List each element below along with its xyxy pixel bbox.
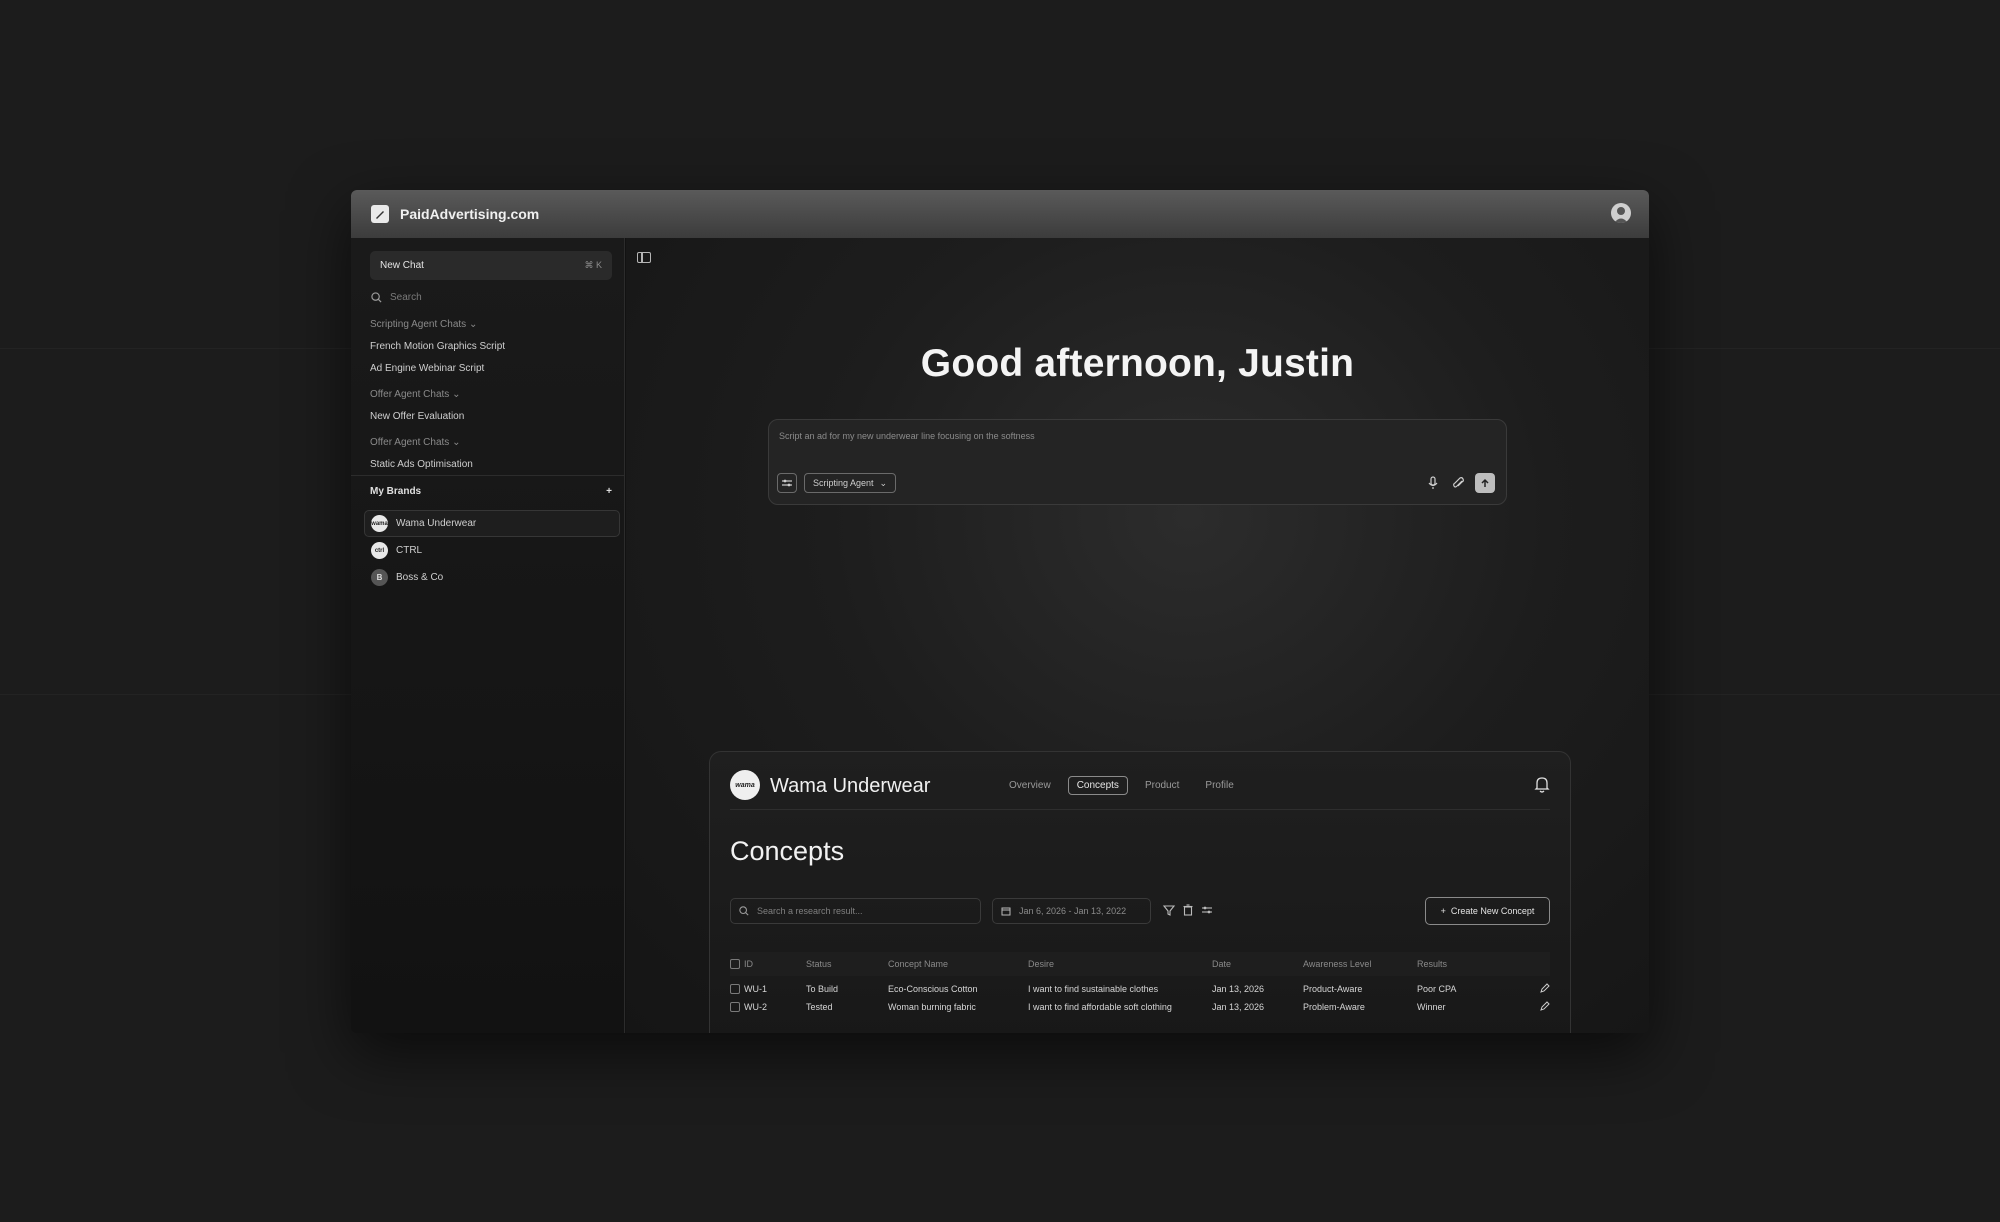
- brand-workspace-window: wama Wama Underwear Overview Concepts Pr…: [709, 751, 1571, 1033]
- sliders-icon[interactable]: [1200, 903, 1214, 917]
- row-id: WU-1: [744, 984, 767, 994]
- tab-concepts[interactable]: Concepts: [1067, 776, 1128, 795]
- ctrl-logo-icon: ctrl: [371, 542, 388, 559]
- brand-name: CTRL: [396, 545, 423, 556]
- settings-sliders-icon[interactable]: [777, 473, 797, 493]
- wama-logo-icon: wama: [730, 770, 760, 800]
- table-row[interactable]: WU-1 To Build Eco-Conscious Cotton I wan…: [730, 980, 1550, 998]
- col-date: Date: [1212, 959, 1232, 969]
- row-awareness: Product-Aware: [1303, 984, 1363, 994]
- brand-item-ctrl[interactable]: ctrl CTRL: [364, 537, 620, 564]
- brand-title: Wama Underwear: [770, 775, 931, 797]
- chevron-down-icon: ⌄: [879, 477, 888, 488]
- sidebar: New Chat ⌘ K Search Scripting Agent Chat…: [351, 238, 625, 1033]
- tab-profile[interactable]: Profile: [1196, 776, 1242, 795]
- chat-item[interactable]: Ad Engine Webinar Script: [370, 358, 612, 380]
- row-id: WU-2: [744, 1002, 767, 1012]
- sidebar-search-placeholder: Search: [390, 292, 422, 303]
- row-desire: I want to find affordable soft clothing: [1028, 1002, 1172, 1012]
- row-concept-name: Eco-Conscious Cotton: [888, 984, 978, 994]
- row-checkbox[interactable]: [730, 1002, 740, 1012]
- boss-logo-icon: B: [371, 569, 388, 586]
- chat-item[interactable]: French Motion Graphics Script: [370, 336, 612, 358]
- main-area: Good afternoon, Justin Script an ad for …: [626, 238, 1649, 1033]
- row-date: Jan 13, 2026: [1212, 1002, 1265, 1012]
- new-chat-label: New Chat: [380, 260, 424, 271]
- arrow-up-icon: [1481, 478, 1489, 487]
- brand-item-wama[interactable]: wama Wama Underwear: [364, 510, 620, 537]
- research-search-placeholder: Search a research result...: [757, 906, 863, 916]
- prompt-input[interactable]: Script an ad for my new underwear line f…: [779, 431, 1035, 441]
- greeting-heading: Good afternoon, Justin: [920, 342, 1355, 385]
- user-avatar-icon[interactable]: [1611, 203, 1631, 223]
- edit-pencil-icon[interactable]: [1540, 1001, 1550, 1011]
- col-concept-name: Concept Name: [888, 959, 949, 969]
- search-icon: [371, 292, 382, 303]
- row-desire: I want to find sustainable clothes: [1028, 984, 1159, 994]
- chat-group-header[interactable]: Offer Agent Chats ⌄: [370, 384, 612, 406]
- table-header: ID Status Concept Name Desire Date Aware…: [730, 952, 1550, 976]
- tab-product[interactable]: Product: [1136, 776, 1188, 795]
- row-status: To Build: [806, 984, 839, 994]
- chat-item[interactable]: Static Ads Optimisation: [370, 454, 612, 476]
- row-concept-name: Woman burning fabric: [888, 1002, 976, 1012]
- create-concept-button[interactable]: + Create New Concept: [1425, 897, 1550, 925]
- calendar-icon: [1001, 907, 1011, 916]
- chat-history-list: Scripting Agent Chats ⌄ French Motion Gr…: [370, 314, 612, 476]
- row-status: Tested: [806, 1002, 833, 1012]
- sidebar-toggle-icon[interactable]: [637, 252, 651, 263]
- send-button[interactable]: [1475, 473, 1495, 493]
- sidebar-search[interactable]: Search: [371, 292, 422, 303]
- filter-icon[interactable]: [1162, 903, 1176, 917]
- row-date: Jan 13, 2026: [1212, 984, 1265, 994]
- title-bar: PaidAdvertising.com: [351, 190, 1649, 238]
- my-brands-section: My Brands + wama Wama Underwear ctrl CTR…: [351, 475, 625, 586]
- edit-pencil-icon[interactable]: [1540, 983, 1550, 993]
- search-icon: [739, 906, 749, 916]
- select-all-checkbox[interactable]: [730, 959, 740, 969]
- my-brands-title: My Brands: [370, 486, 422, 497]
- agent-select[interactable]: Scripting Agent ⌄: [804, 473, 897, 493]
- new-chat-shortcut: ⌘ K: [584, 260, 602, 270]
- new-chat-button[interactable]: New Chat ⌘ K: [370, 251, 612, 280]
- create-concept-label: Create New Concept: [1450, 906, 1535, 916]
- brand-name: Wama Underwear: [396, 518, 477, 529]
- col-id: ID: [744, 959, 753, 969]
- chat-group-header[interactable]: Offer Agent Chats ⌄: [370, 432, 612, 454]
- research-search-input[interactable]: Search a research result...: [730, 898, 981, 924]
- brand-tabs: Overview Concepts Product Profile: [1000, 776, 1243, 795]
- row-awareness: Problem-Aware: [1303, 1002, 1365, 1012]
- col-desire: Desire: [1028, 959, 1055, 969]
- brand-header: wama Wama Underwear Overview Concepts Pr…: [730, 770, 1550, 810]
- col-results: Results: [1417, 959, 1448, 969]
- bell-icon[interactable]: [1534, 776, 1550, 793]
- trash-icon[interactable]: [1181, 903, 1195, 917]
- app-window: PaidAdvertising.com New Chat ⌘ K Search …: [351, 190, 1649, 1033]
- table-row[interactable]: WU-2 Tested Woman burning fabric I want …: [730, 998, 1550, 1016]
- date-range-picker[interactable]: Jan 6, 2026 - Jan 13, 2022: [992, 898, 1151, 924]
- col-status: Status: [806, 959, 832, 969]
- prompt-composer[interactable]: Script an ad for my new underwear line f…: [768, 419, 1507, 505]
- page-title: Concepts: [730, 836, 845, 866]
- chat-group-header[interactable]: Scripting Agent Chats ⌄: [370, 314, 612, 336]
- brand-item-boss[interactable]: B Boss & Co: [364, 564, 620, 591]
- add-brand-button[interactable]: +: [606, 486, 612, 497]
- plus-icon: +: [1440, 906, 1446, 916]
- brand-name: Boss & Co: [396, 572, 444, 583]
- date-range-value: Jan 6, 2026 - Jan 13, 2022: [1019, 906, 1127, 916]
- agent-select-value: Scripting Agent: [813, 478, 874, 488]
- wama-logo-icon: wama: [371, 515, 388, 532]
- concepts-table: ID Status Concept Name Desire Date Aware…: [730, 952, 1550, 1016]
- row-results: Winner: [1417, 1002, 1446, 1012]
- tab-overview[interactable]: Overview: [1000, 776, 1060, 795]
- pencil-logo-icon: [371, 205, 389, 223]
- app-brand[interactable]: PaidAdvertising.com: [400, 206, 539, 222]
- microphone-icon[interactable]: [1426, 476, 1440, 490]
- paperclip-icon[interactable]: [1452, 476, 1466, 490]
- chat-item[interactable]: New Offer Evaluation: [370, 406, 612, 428]
- row-checkbox[interactable]: [730, 984, 740, 994]
- row-results: Poor CPA: [1417, 984, 1457, 994]
- col-awareness: Awareness Level: [1303, 959, 1372, 969]
